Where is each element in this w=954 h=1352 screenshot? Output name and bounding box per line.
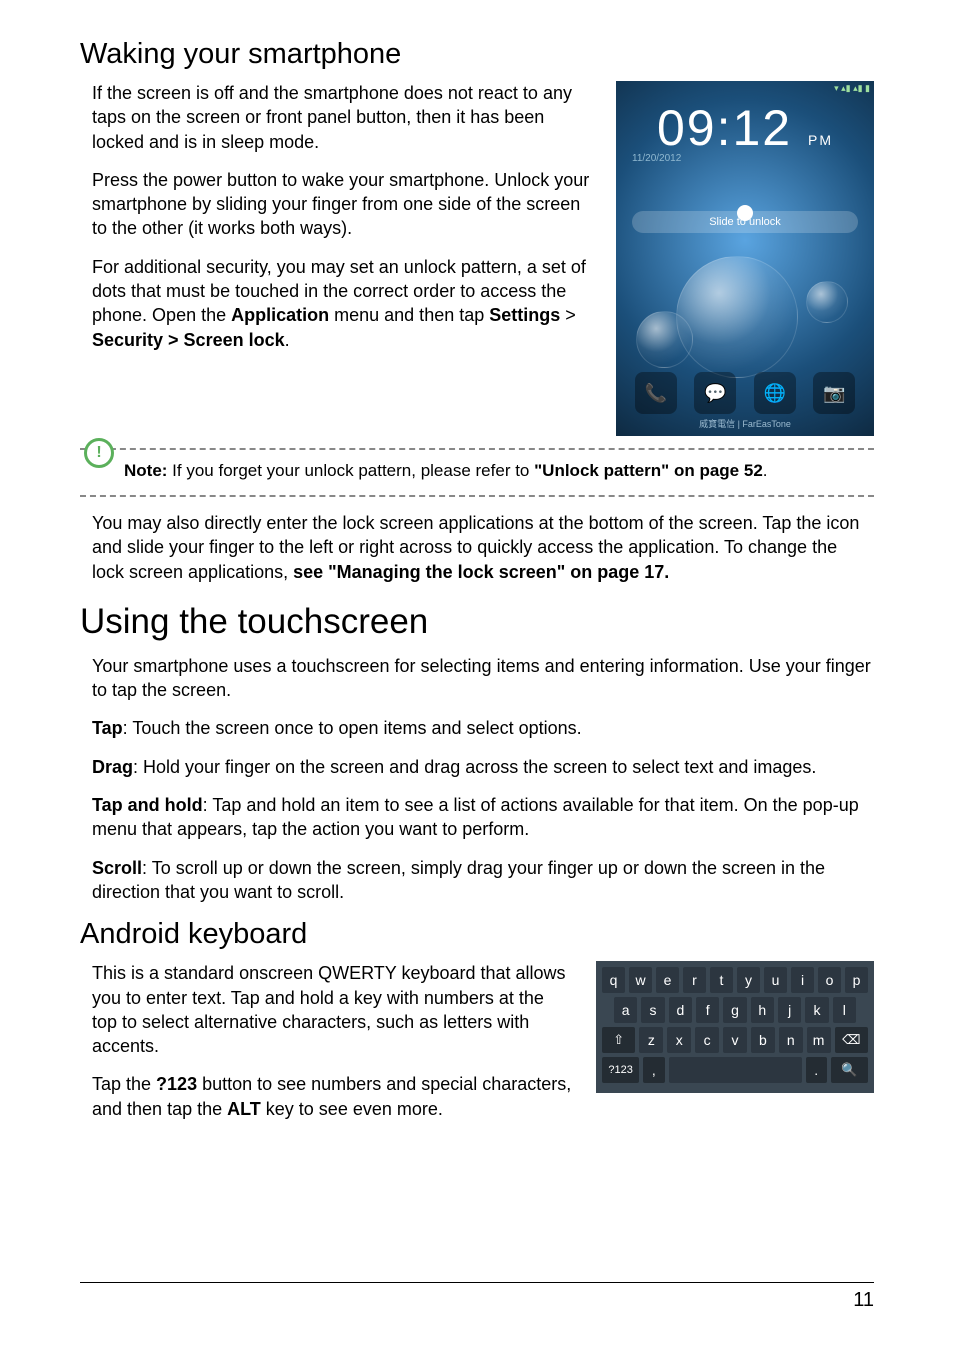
tap-label: Tap	[92, 718, 123, 738]
kb-p2-a: Tap the	[92, 1074, 156, 1094]
key-backspace-icon: ⌫	[835, 1027, 868, 1053]
waking-p2: Press the power button to wake your smar…	[92, 168, 592, 241]
key-s: s	[641, 997, 664, 1023]
touchscreen-taphold: Tap and hold: Tap and hold an item to se…	[92, 793, 874, 842]
key-p: p	[845, 967, 868, 993]
status-bar: ▾ ▴▮ ▴▮ ▮	[834, 83, 870, 94]
waking-p3b: menu and then tap	[329, 305, 489, 325]
post-note-b: see "Managing the lock screen" on page 1…	[293, 562, 669, 582]
key-t: t	[710, 967, 733, 993]
note-label: Note:	[124, 461, 167, 480]
note-dot: .	[763, 461, 768, 480]
key-u: u	[764, 967, 787, 993]
post-note: You may also directly enter the lock scr…	[92, 511, 874, 584]
waking-p3: For additional security, you may set an …	[92, 255, 592, 352]
drag-text: : Hold your finger on the screen and dra…	[133, 757, 816, 777]
touchscreen-scroll: Scroll: To scroll up or down the screen,…	[92, 856, 874, 905]
lockscreen-illustration: ▾ ▴▮ ▴▮ ▮ 09:12 PM 11/20/2012 Slide to u…	[616, 81, 874, 436]
key-space	[669, 1057, 802, 1083]
heading-touchscreen: Using the touchscreen	[80, 602, 874, 642]
kb-row-2: a s d f g h j k l	[602, 997, 868, 1023]
taphold-text: : Tap and hold an item to see a list of …	[92, 795, 859, 839]
key-v: v	[723, 1027, 747, 1053]
tap-text: : Touch the screen once to open items an…	[123, 718, 582, 738]
keyboard-p1: This is a standard onscreen QWERTY keybo…	[92, 961, 572, 1058]
key-comma: ,	[643, 1057, 664, 1083]
warning-icon: !	[84, 438, 114, 468]
kb-row-4: ?123 , . 🔍	[602, 1057, 868, 1083]
kb-row-3: ⇧ z x c v b n m ⌫	[602, 1027, 868, 1053]
dock-camera-icon: 📷	[813, 372, 855, 414]
slide-to-unlock-label: Slide to unlock	[709, 216, 781, 228]
keyboard-p2: Tap the ?123 button to see numbers and s…	[92, 1072, 572, 1121]
key-d: d	[669, 997, 692, 1023]
heading-keyboard: Android keyboard	[80, 918, 874, 951]
key-j: j	[778, 997, 801, 1023]
key-dot: .	[806, 1057, 827, 1083]
key-z: z	[639, 1027, 663, 1053]
kb-p2-d: ALT	[227, 1099, 261, 1119]
key-123: ?123	[602, 1057, 639, 1083]
note-box: ! Note: If you forget your unlock patter…	[80, 448, 874, 497]
touchscreen-drag: Drag: Hold your finger on the screen and…	[92, 755, 874, 779]
lockscreen-date: 11/20/2012	[632, 153, 681, 164]
waking-p3-settings: Settings	[489, 305, 560, 325]
kb-row-1: q w e r t y u i o p	[602, 967, 868, 993]
key-i: i	[791, 967, 814, 993]
lockscreen-dock: 📞 💬 🌐 📷	[616, 372, 874, 414]
key-shift-icon: ⇧	[602, 1027, 635, 1053]
key-l: l	[833, 997, 856, 1023]
kb-p2-e: key to see even more.	[261, 1099, 443, 1119]
clock-ampm: PM	[808, 132, 833, 148]
waking-p3-sec: Security > Screen lock	[92, 330, 285, 350]
dock-messages-icon: 💬	[694, 372, 736, 414]
key-c: c	[695, 1027, 719, 1053]
waking-p3-app: Application	[231, 305, 329, 325]
key-m: m	[807, 1027, 831, 1053]
touchscreen-tap: Tap: Touch the screen once to open items…	[92, 716, 874, 740]
dock-phone-icon: 📞	[635, 372, 677, 414]
kb-p2-b: ?123	[156, 1074, 197, 1094]
key-b: b	[751, 1027, 775, 1053]
scroll-label: Scroll	[92, 858, 142, 878]
scroll-text: : To scroll up or down the screen, simpl…	[92, 858, 825, 902]
drag-label: Drag	[92, 757, 133, 777]
clock-time: 09:12	[657, 100, 792, 156]
keyboard-illustration: q w e r t y u i o p a s d f g h	[596, 961, 874, 1093]
key-r: r	[683, 967, 706, 993]
key-e: e	[656, 967, 679, 993]
waking-p3-dot: .	[285, 330, 290, 350]
dock-browser-icon: 🌐	[754, 372, 796, 414]
key-h: h	[751, 997, 774, 1023]
note-a: If you forget your unlock pattern, pleas…	[167, 461, 534, 480]
key-w: w	[629, 967, 652, 993]
key-k: k	[805, 997, 828, 1023]
key-n: n	[779, 1027, 803, 1053]
waking-p3-gt: >	[560, 305, 576, 325]
heading-waking: Waking your smartphone	[80, 38, 874, 71]
key-search-icon: 🔍	[831, 1057, 868, 1083]
waking-p1: If the screen is off and the smartphone …	[92, 81, 592, 154]
clock: 09:12 PM	[616, 99, 874, 157]
key-f: f	[696, 997, 719, 1023]
page-number: 11	[80, 1282, 874, 1312]
note-ref: "Unlock pattern" on page 52	[534, 461, 763, 480]
touchscreen-intro: Your smartphone uses a touchscreen for s…	[92, 654, 874, 703]
key-y: y	[737, 967, 760, 993]
key-a: a	[614, 997, 637, 1023]
key-q: q	[602, 967, 625, 993]
key-x: x	[667, 1027, 691, 1053]
taphold-label: Tap and hold	[92, 795, 203, 815]
carrier-label: 威寶電信 | FarEasTone	[616, 417, 874, 430]
key-o: o	[818, 967, 841, 993]
slider-track: Slide to unlock	[632, 211, 858, 233]
key-g: g	[723, 997, 746, 1023]
